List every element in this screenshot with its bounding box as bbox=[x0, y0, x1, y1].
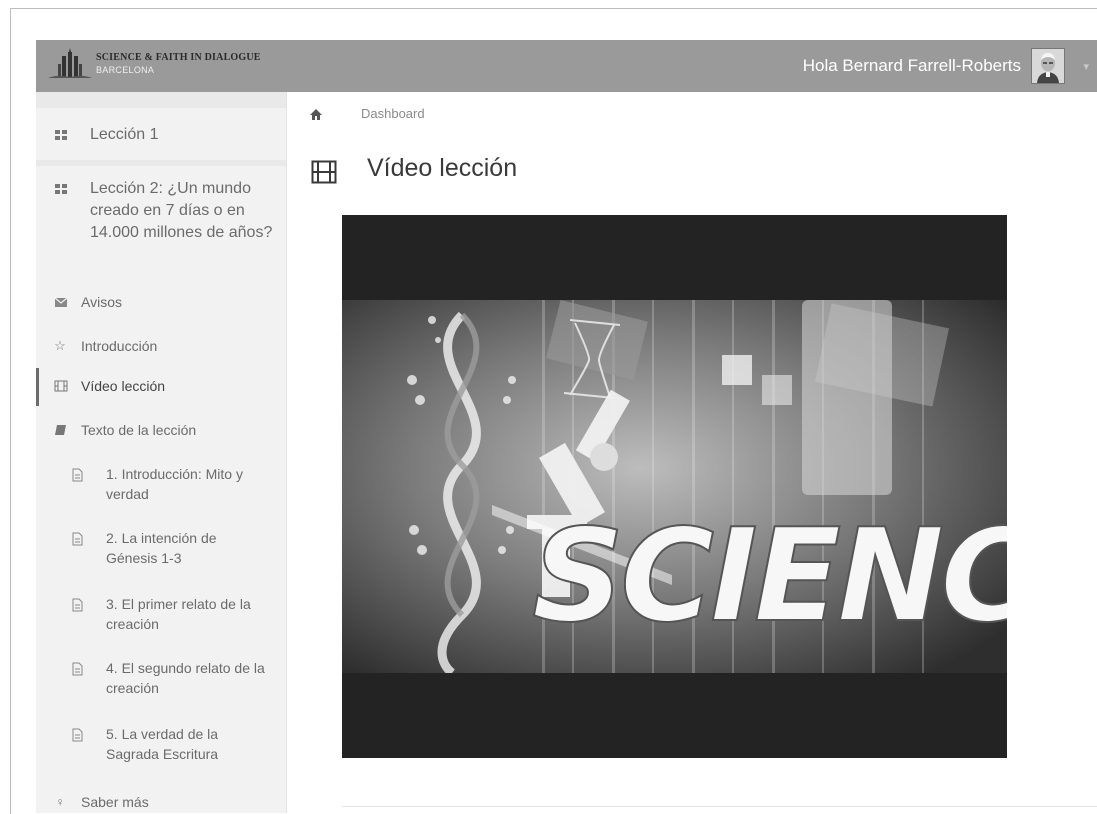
sidebar-item-label: 3. El primer relato de la creación bbox=[106, 596, 251, 632]
content-divider bbox=[342, 806, 1097, 807]
sidebar-item-avisos[interactable]: Avisos bbox=[36, 292, 286, 316]
sidebar-item-video-leccion[interactable]: Vídeo lección bbox=[36, 376, 286, 400]
logo-title: SCIENCE & FAITH IN DIALOGUE bbox=[96, 52, 261, 63]
sidebar-item-label: 5. La verdad de la Sagrada Escritura bbox=[106, 726, 219, 762]
home-icon[interactable] bbox=[309, 107, 323, 121]
sidebar-item-label: Lección 1 bbox=[90, 126, 159, 143]
sidebar-item-label: Introducción bbox=[81, 338, 158, 354]
film-icon bbox=[311, 160, 337, 184]
sidebar-item-saber-mas[interactable]: ♀ Saber más bbox=[36, 792, 286, 814]
document-icon bbox=[72, 662, 83, 676]
sidebar-item-label: Vídeo lección bbox=[81, 378, 166, 394]
cathedral-logo-icon bbox=[48, 48, 92, 78]
envelope-icon bbox=[54, 297, 68, 307]
sidebar-top-strip bbox=[36, 92, 286, 108]
grid-icon bbox=[55, 130, 67, 140]
document-icon bbox=[72, 728, 83, 742]
avatar[interactable] bbox=[1031, 48, 1065, 84]
site-logo[interactable]: SCIENCE & FAITH IN DIALOGUE BARCELONA bbox=[48, 46, 308, 86]
video-player[interactable]: SCIENC bbox=[342, 215, 1007, 758]
video-title-text: SCIENC bbox=[532, 502, 1007, 651]
document-icon bbox=[72, 598, 83, 612]
lightbulb-icon: ♀ bbox=[55, 795, 65, 809]
film-icon bbox=[54, 380, 68, 392]
sidebar-divider bbox=[36, 160, 286, 166]
sidebar-item-label: Texto de la lección bbox=[81, 422, 197, 438]
user-greeting[interactable]: Hola Bernard Farrell-Roberts bbox=[803, 56, 1021, 76]
main-content: Dashboard Vídeo lección SCIENC bbox=[287, 92, 1097, 813]
book-icon bbox=[55, 425, 66, 435]
logo-subtitle: BARCELONA bbox=[96, 65, 155, 75]
sidebar: Lección 1 Lección 2: ¿Un mundo creado en… bbox=[36, 92, 287, 813]
grid-icon bbox=[55, 184, 67, 194]
sidebar-item-label: Avisos bbox=[81, 294, 122, 310]
top-navbar: SCIENCE & FAITH IN DIALOGUE BARCELONA Ho… bbox=[36, 40, 1097, 92]
video-thumbnail: SCIENC bbox=[342, 300, 1007, 758]
star-icon: ☆ bbox=[54, 338, 66, 353]
sidebar-item-introduccion[interactable]: ☆ Introducción bbox=[36, 336, 286, 360]
chevron-down-icon[interactable]: ▾ bbox=[1083, 60, 1089, 73]
user-portrait-icon bbox=[1032, 49, 1064, 83]
sidebar-subitem-4[interactable]: 4. El segundo relato de la creación bbox=[36, 658, 286, 702]
page-title: Vídeo lección bbox=[367, 154, 518, 182]
sidebar-item-label: 4. El segundo relato de la creación bbox=[106, 660, 265, 696]
sidebar-item-label: Lección 2: ¿Un mundo creado en 7 días o … bbox=[90, 180, 273, 241]
sidebar-item-leccion-2[interactable]: Lección 2: ¿Un mundo creado en 7 días o … bbox=[36, 176, 286, 272]
sidebar-item-label: 1. Introducción: Mito y verdad bbox=[106, 466, 243, 502]
document-icon bbox=[72, 468, 83, 482]
document-icon bbox=[72, 532, 83, 546]
sidebar-subitem-2[interactable]: 2. La intención de Génesis 1-3 bbox=[36, 528, 286, 572]
sidebar-subitem-5[interactable]: 5. La verdad de la Sagrada Escritura bbox=[36, 724, 286, 768]
sidebar-item-texto[interactable]: Texto de la lección bbox=[36, 420, 286, 444]
sidebar-item-label: 2. La intención de Génesis 1-3 bbox=[106, 530, 217, 566]
breadcrumb-dashboard[interactable]: Dashboard bbox=[361, 106, 425, 121]
sidebar-subitem-3[interactable]: 3. El primer relato de la creación bbox=[36, 594, 286, 638]
sidebar-item-leccion-1[interactable]: Lección 1 bbox=[36, 122, 286, 162]
sidebar-item-label: Saber más bbox=[81, 794, 149, 810]
sidebar-subitem-1[interactable]: 1. Introducción: Mito y verdad bbox=[36, 464, 286, 508]
